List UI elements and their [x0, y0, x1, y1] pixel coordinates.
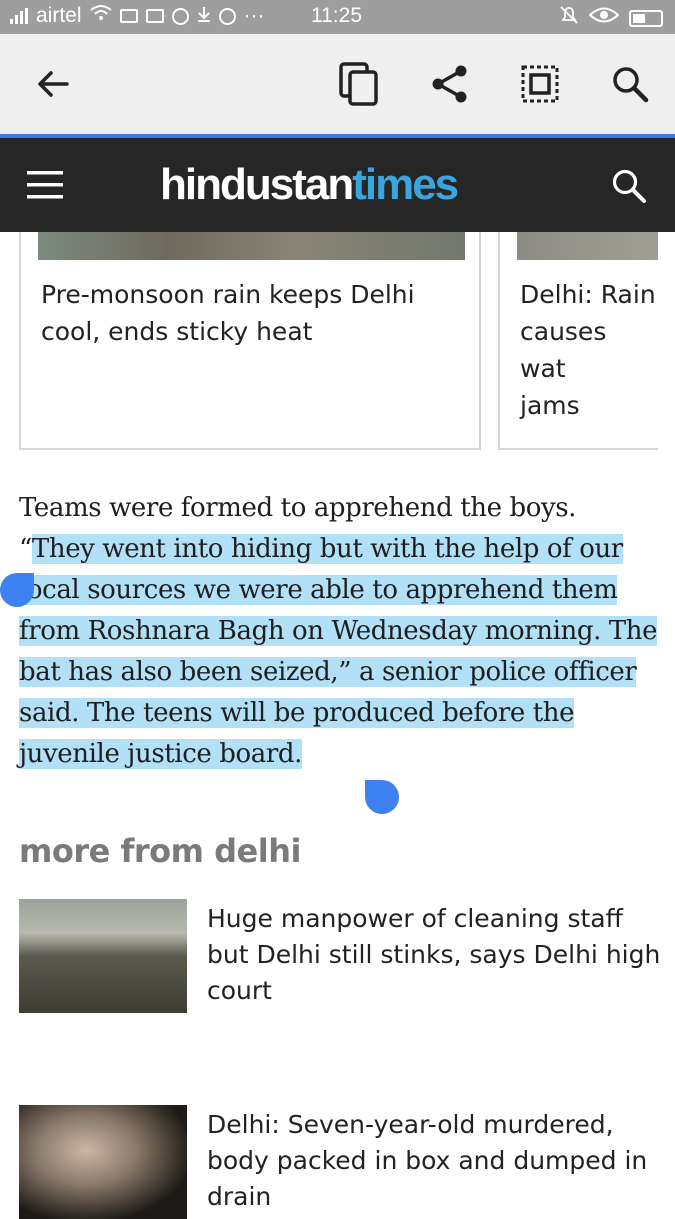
notification-icon: [119, 9, 138, 23]
selection-end-handle[interactable]: [365, 780, 399, 814]
select-all-icon[interactable]: [514, 58, 566, 110]
browser-toolbar: [0, 34, 675, 134]
card-image: [517, 232, 658, 260]
card-title: Delhi: Rain causes wat jams: [520, 280, 656, 420]
site-header: hindustantimes: [0, 138, 675, 232]
story-item[interactable]: Huge manpower of cleaning staff but Delh…: [19, 899, 660, 1019]
site-logo[interactable]: hindustantimes: [160, 158, 459, 212]
story-title: Huge manpower of cleaning staff but Delh…: [207, 904, 661, 1005]
search-icon[interactable]: [611, 168, 647, 208]
eye-comfort-icon: [588, 6, 620, 30]
selection-start-handle[interactable]: [0, 573, 34, 607]
story-thumbnail: [19, 1105, 187, 1219]
signal-icon: [10, 8, 28, 24]
copy-icon[interactable]: [333, 58, 385, 110]
search-icon[interactable]: [604, 58, 656, 110]
carrier-name: airtel: [36, 4, 82, 27]
more-notifications-icon: ···: [243, 4, 265, 27]
share-icon[interactable]: [424, 58, 476, 110]
section-title: more from delhi: [19, 832, 301, 870]
story-item[interactable]: Delhi: Seven-year-old murdered, body pac…: [19, 1105, 659, 1219]
card-title: Pre-monsoon rain keeps Delhi cool, ends …: [41, 280, 415, 346]
clock: 11:25: [311, 4, 362, 27]
related-card[interactable]: Pre-monsoon rain keeps Delhi cool, ends …: [19, 232, 481, 450]
story-title: Delhi: Seven-year-old murdered, body pac…: [207, 1110, 648, 1211]
silent-icon: [559, 5, 579, 31]
whatsapp-icon: [218, 7, 236, 25]
wifi-icon: [89, 4, 112, 28]
selected-text[interactable]: They went into hiding but with the help …: [19, 534, 658, 769]
mail-icon: [145, 9, 164, 23]
article-paragraph[interactable]: Teams were formed to apprehend the boys.…: [19, 488, 659, 775]
arrow-left-icon[interactable]: [27, 58, 79, 110]
logo-part-times: times: [352, 160, 459, 209]
download-icon: [197, 4, 211, 28]
status-bar: airtel ··· 11:25: [0, 0, 675, 34]
related-card[interactable]: Delhi: Rain causes wat jams: [498, 232, 658, 450]
logo-part-hindustan: hindustan: [160, 160, 354, 209]
battery-icon: [629, 9, 663, 27]
story-thumbnail: [19, 899, 187, 1013]
card-image: [38, 232, 465, 260]
chrome-icon: [171, 7, 189, 25]
hamburger-menu-icon[interactable]: [27, 170, 63, 204]
